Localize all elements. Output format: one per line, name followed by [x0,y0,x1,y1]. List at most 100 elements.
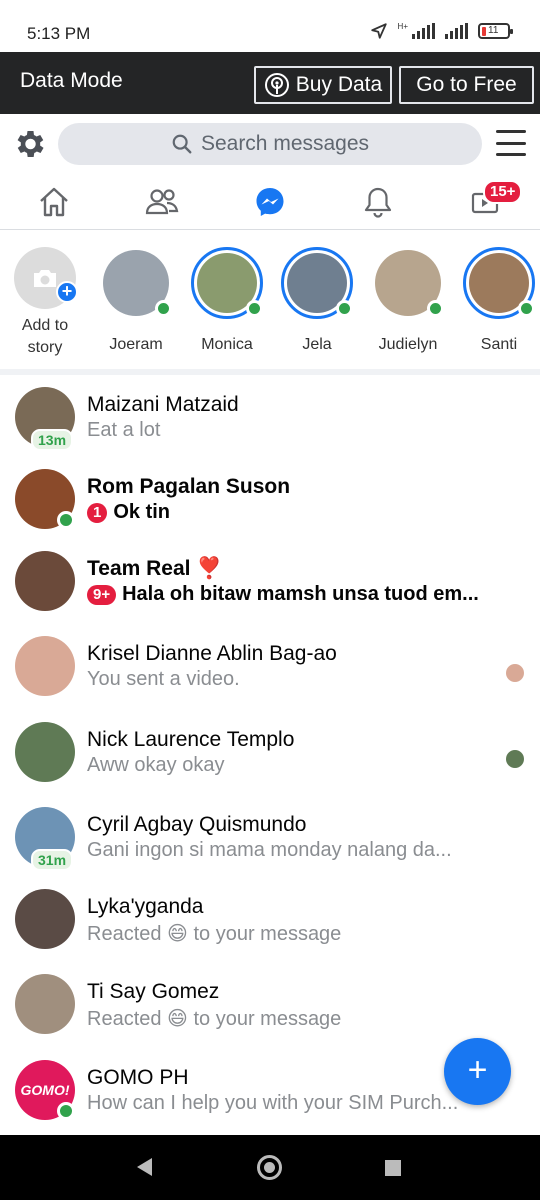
conversation-name: Lyka'yganda [87,895,204,918]
story-name: Joeram [109,336,163,353]
conversation-list: 13m Maizani Matzaid Eat a lot Rom Pagala… [0,375,540,1135]
active-time-badge: 31m [31,849,74,871]
conversation-preview: How can I help you with your SIM Purch..… [87,1092,492,1115]
story-name: Judielyn [378,336,438,353]
story-item[interactable]: Monica [182,247,272,354]
camera-icon [34,270,56,287]
buy-data-label: Buy Data [295,73,383,96]
broadcast-icon [264,73,289,97]
add-story-line-2: story [27,339,63,356]
plus-icon: + [467,1051,488,1089]
back-icon[interactable] [137,1158,152,1176]
story-ring [100,247,172,319]
gomo-logo-text: GOMO! [20,1082,70,1098]
tab-home[interactable] [34,182,74,222]
preview-text: You sent a video. [87,668,240,690]
online-indicator [57,511,75,529]
status-icons: H+ 11 [370,22,513,40]
online-indicator [246,300,263,317]
conversation-preview: Gani ingon si mama monday nalang da... [87,839,492,862]
home-button-icon[interactable] [257,1155,282,1180]
story-item[interactable]: Santi [454,247,540,354]
bell-icon [364,187,392,218]
online-indicator [155,300,172,317]
online-indicator [57,1102,75,1120]
story-ring [191,247,263,319]
conversation-row[interactable]: Nick Laurence Templo Aww okay okay [0,712,540,796]
conversation-name: Nick Laurence Templo [87,728,295,751]
preview-text: How can I help you with your SIM Purch..… [87,1092,459,1114]
avatar [15,551,75,611]
online-indicator [518,300,535,317]
status-bar: 5:13 PM H+ 11 [0,0,540,52]
buy-data-button[interactable]: Buy Data [254,66,392,104]
status-time: 5:13 PM [27,24,91,43]
conversation-row[interactable]: Rom Pagalan Suson 1 Ok tin [0,459,540,543]
add-story-thumb: + [14,247,78,309]
conversation-name: Krisel Dianne Ablin Bag-ao [87,642,337,665]
recent-apps-icon[interactable] [385,1160,401,1176]
search-placeholder: Search messages [200,132,370,155]
conversation-row[interactable]: Krisel Dianne Ablin Bag-ao You sent a vi… [0,626,540,710]
preview-text: Eat a lot [87,419,161,441]
network-type: H+ [397,22,408,31]
search-row: Search messages [0,114,540,174]
unread-count-badge: 1 [87,502,108,523]
tab-bar [0,174,540,230]
tab-friends[interactable] [142,182,182,222]
tab-notifications[interactable] [358,182,398,222]
story-item[interactable]: Judielyn [363,247,453,354]
tab-messages[interactable] [250,182,290,222]
story-ring [281,247,353,319]
preview-text: Reacted 😄 to your message [87,1008,342,1030]
story-name: Jela [302,336,332,353]
data-mode-title: Data Mode [20,69,123,92]
conversation-row[interactable]: Team Real ❣️ 9+ Hala oh bitaw mamsh unsa … [0,541,540,625]
online-indicator [427,300,444,317]
preview-text: Reacted 😄 to your message [87,923,342,945]
menu-icon[interactable] [496,130,526,156]
conversation-row[interactable]: 13m Maizani Matzaid Eat a lot [0,377,540,461]
conversation-name: Rom Pagalan Suson [87,475,291,498]
story-item[interactable]: Joeram [91,247,181,354]
preview-text: Ok tin [113,501,171,523]
location-arrow-icon [370,23,387,39]
avatar [15,974,75,1034]
avatar [15,889,75,949]
home-icon [40,187,68,217]
active-time-badge: 13m [31,429,74,451]
friends-icon [145,189,179,215]
conversation-preview: Aww okay okay [87,754,492,777]
conversation-name: Team Real ❣️ [87,557,223,580]
conversation-preview: 9+ Hala oh bitaw mamsh unsa tuod em... [87,583,492,606]
add-story-line-1: Add to [21,317,69,334]
conversation-row[interactable]: 31m Cyril Agbay Quismundo Gani ingon si … [0,797,540,881]
story-name: Add to story [0,315,90,359]
search-input[interactable]: Search messages [58,123,482,165]
conversation-preview: 1 Ok tin [87,501,492,524]
avatar [15,636,75,696]
preview-text: Aww okay okay [87,754,225,776]
story-ring [372,247,444,319]
data-mode-bar: Data Mode Buy Data Go to Free [0,52,540,114]
new-message-button[interactable]: + [444,1038,511,1105]
conversation-preview: Reacted 😄 to your message [87,921,492,946]
system-nav-bar [0,1135,540,1200]
conversation-name: Ti Say Gomez [87,980,220,1003]
conversation-name: Maizani Matzaid [87,393,239,416]
conversation-row[interactable]: Lyka'yganda Reacted 😄 to your message [0,879,540,963]
story-add[interactable]: + Add to story [0,247,90,359]
search-icon [172,134,192,154]
conversation-preview: Eat a lot [87,419,492,442]
conversation-name: Cyril Agbay Quismundo [87,813,307,836]
go-to-free-button[interactable]: Go to Free [399,66,534,104]
story-item[interactable]: Jela [272,247,362,354]
story-name: Monica [201,336,253,353]
battery-icon: 11 [478,23,513,39]
conversation-name: GOMO PH [87,1066,189,1089]
stories-row: + Add to story Joeram Monica Jela Judiel… [0,231,540,369]
conversation-preview: Reacted 😄 to your message [87,1006,492,1031]
notifications-badge: 15+ [483,180,523,204]
gear-icon[interactable] [11,126,47,162]
conversation-row[interactable]: Ti Say Gomez Reacted 😄 to your message [0,964,540,1048]
